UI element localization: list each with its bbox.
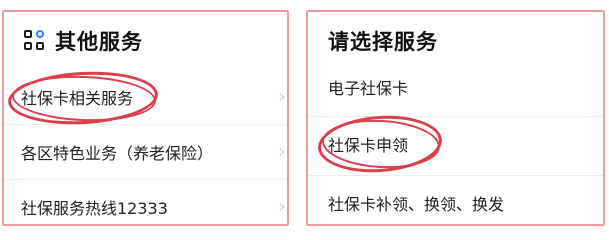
- service-item-social-security-card[interactable]: 社保卡相关服务: [4, 70, 287, 124]
- chevron-right-icon: [275, 202, 285, 212]
- grid-apps-icon: [24, 30, 46, 52]
- service-item-label: 社保卡相关服务: [21, 89, 134, 108]
- service-item-district-business[interactable]: 各区特色业务（养老保险）: [4, 125, 287, 179]
- service-item-card-application[interactable]: 社保卡申领: [308, 117, 603, 171]
- service-item-label: 社保服务热线12333: [21, 199, 168, 218]
- service-item-card-replacement[interactable]: 社保卡补领、换领、换发: [308, 176, 603, 224]
- other-services-header: 其他服务: [4, 12, 287, 70]
- chevron-right-icon: [275, 147, 285, 157]
- select-service-title: 请选择服务: [328, 30, 438, 54]
- other-services-panel: 其他服务 社保卡相关服务 各区特色业务（养老保险） 社保服务热线12333: [2, 10, 289, 226]
- select-service-panel: 请选择服务 电子社保卡 社保卡申领 社保卡补领、换领、换发: [306, 10, 605, 226]
- service-item-electronic-card[interactable]: 电子社保卡: [308, 60, 603, 114]
- service-item-hotline[interactable]: 社保服务热线12333: [4, 180, 287, 224]
- service-item-label: 社保卡补领、换领、换发: [328, 195, 505, 214]
- service-item-label: 社保卡申领: [328, 136, 409, 155]
- chevron-right-icon: [275, 92, 285, 102]
- service-item-label: 电子社保卡: [328, 79, 409, 98]
- other-services-title: 其他服务: [55, 30, 143, 54]
- service-item-label: 各区特色业务（养老保险）: [21, 144, 214, 163]
